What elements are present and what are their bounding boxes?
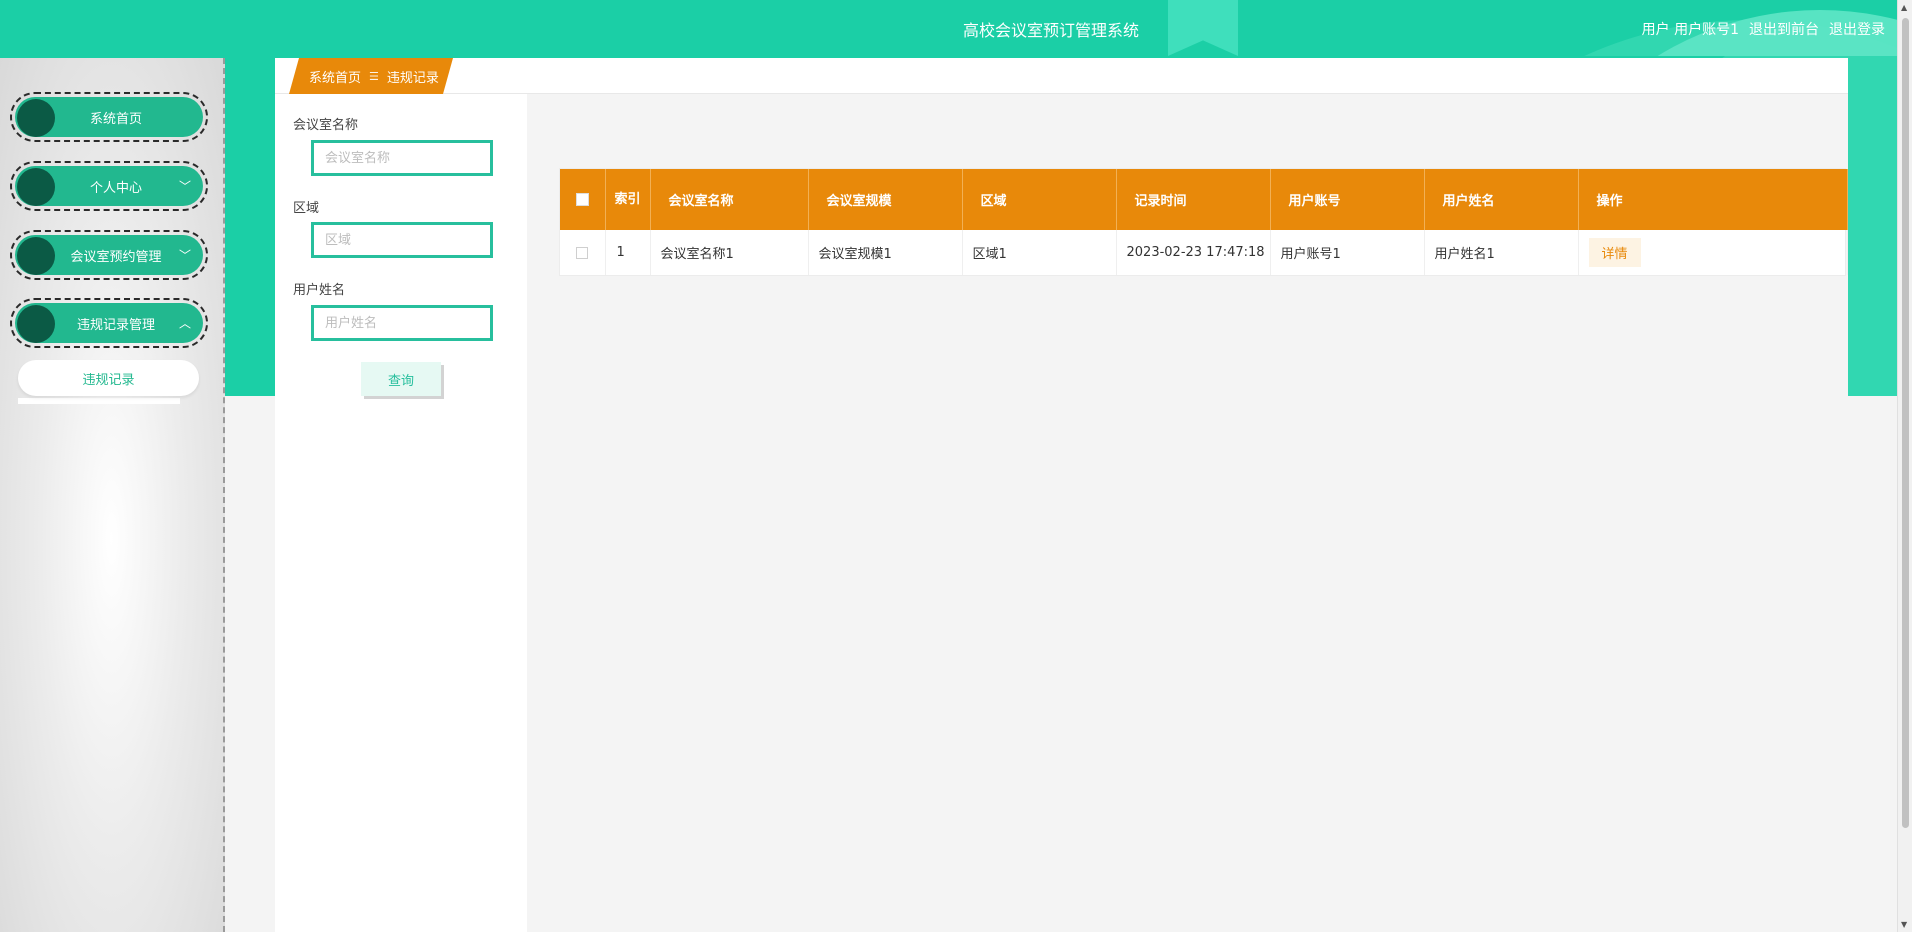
menu-dot-icon (17, 168, 55, 206)
search-panel: 会议室名称 区域 用户姓名 查询 (275, 94, 527, 932)
header-user-area: 用户 用户账号1 退出到前台 退出登录 (1642, 19, 1885, 39)
area-input[interactable] (311, 222, 493, 258)
menu-dot-icon (17, 99, 55, 137)
area-label: 区域 (293, 201, 320, 216)
chevron-up-icon: ︿ (178, 316, 191, 331)
header-room-scale: 会议室规模 (808, 169, 963, 230)
menu-dot-icon (17, 305, 55, 343)
breadcrumb-current: 违规记录 (386, 70, 439, 86)
row-select[interactable] (560, 230, 606, 275)
submenu-item-violation-records[interactable]: 违规记录 (18, 360, 199, 396)
sidebar-item-room-booking[interactable]: 会议室预约管理 ﹀ (10, 230, 208, 280)
header-index: 索引 (605, 169, 651, 230)
breadcrumb-bar (275, 58, 1848, 94)
submenu-underline (18, 398, 180, 404)
menu-icon: ☰ (369, 69, 379, 83)
logout-link[interactable]: 退出登录 (1829, 19, 1885, 39)
breadcrumb: 系统首页 ☰ 违规记录 (289, 58, 453, 94)
sidebar-item-label: 会议室预约管理 (70, 249, 162, 265)
table-header-row: 索引 会议室名称 会议室规模 区域 记录时间 用户账号 用户姓名 操作 (560, 169, 1848, 230)
checkbox-icon[interactable] (575, 193, 589, 206)
sidebar-item-label: 个人中心 (89, 180, 142, 196)
cell-index: 1 (605, 230, 651, 275)
cell-user-account: 用户账号1 (1270, 230, 1425, 275)
header-room-name: 会议室名称 (650, 169, 809, 230)
scroll-down-icon[interactable]: ▼ (1901, 920, 1907, 929)
top-header: 高校会议室预订管理系统 用户 用户账号1 退出到前台 退出登录 (0, 0, 1897, 58)
exit-front-link[interactable]: 退出到前台 (1749, 19, 1819, 39)
header-record-time: 记录时间 (1116, 169, 1271, 230)
header-select-all[interactable] (560, 169, 606, 230)
detail-button[interactable]: 详情 (1588, 238, 1641, 267)
sidebar-item-violation[interactable]: 违规记录管理 ︿ (10, 298, 208, 348)
table-row: 1 会议室名称1 会议室规模1 区域1 2023-02-23 17:47:18 … (560, 230, 1848, 275)
room-name-label: 会议室名称 (293, 118, 359, 133)
checkbox-icon[interactable] (576, 246, 589, 259)
sidebar-item-home[interactable]: 系统首页 (10, 92, 208, 142)
sidebar-item-violation-button[interactable]: 违规记录管理 ︿ (15, 303, 203, 343)
user-name-label: 用户姓名 (293, 283, 346, 298)
cell-area: 区域1 (962, 230, 1117, 275)
cell-room-name: 会议室名称1 (650, 230, 809, 275)
ribbon-icon (1168, 0, 1238, 56)
scroll-thumb[interactable] (1902, 18, 1909, 828)
user-name-input[interactable] (311, 305, 493, 341)
sidebar-item-personal-center[interactable]: 个人中心 ﹀ (10, 161, 208, 211)
sidebar: 系统首页 个人中心 ﹀ 会议室预约管理 ﹀ 违规记录管理 ︿ 违规记录 (0, 58, 225, 932)
user-account-text: 用户账号1 (1674, 22, 1739, 38)
menu-dot-icon (17, 237, 55, 275)
cell-actions: 详情 (1578, 230, 1848, 275)
cell-room-scale: 会议室规模1 (808, 230, 963, 275)
sidebar-item-label: 系统首页 (89, 111, 142, 127)
cell-record-time: 2023-02-23 17:47:18 (1116, 230, 1271, 275)
data-table: 索引 会议室名称 会议室规模 区域 记录时间 用户账号 用户姓名 操作 1 会议… (560, 169, 1848, 275)
sidebar-item-home-button[interactable]: 系统首页 (15, 97, 203, 137)
records-table: 索引 会议室名称 会议室规模 区域 记录时间 用户账号 用户姓名 操作 1 会议… (559, 168, 1848, 276)
chevron-down-icon: ﹀ (178, 179, 191, 194)
sidebar-item-label: 违规记录管理 (76, 317, 155, 333)
breadcrumb-home[interactable]: 系统首页 (309, 67, 361, 86)
header-area: 区域 (962, 169, 1117, 230)
header-user-account: 用户账号 (1270, 169, 1425, 230)
cell-user-name: 用户姓名1 (1424, 230, 1579, 275)
header-user-name: 用户姓名 (1424, 169, 1579, 230)
search-button[interactable]: 查询 (361, 362, 441, 396)
user-role-text: 用户 (1641, 22, 1670, 38)
page-scrollbar[interactable]: ▲ ▼ (1897, 0, 1912, 932)
scroll-up-icon[interactable]: ▲ (1901, 3, 1907, 12)
sidebar-item-personal-center-button[interactable]: 个人中心 ﹀ (15, 166, 203, 206)
chevron-down-icon: ﹀ (178, 248, 191, 263)
room-name-input[interactable] (311, 140, 493, 176)
user-role: 用户 用户账号1 (1642, 19, 1739, 39)
sidebar-item-room-booking-button[interactable]: 会议室预约管理 ﹀ (15, 235, 203, 275)
header-actions: 操作 (1578, 169, 1848, 230)
app-title: 高校会议室预订管理系统 (963, 21, 1140, 40)
